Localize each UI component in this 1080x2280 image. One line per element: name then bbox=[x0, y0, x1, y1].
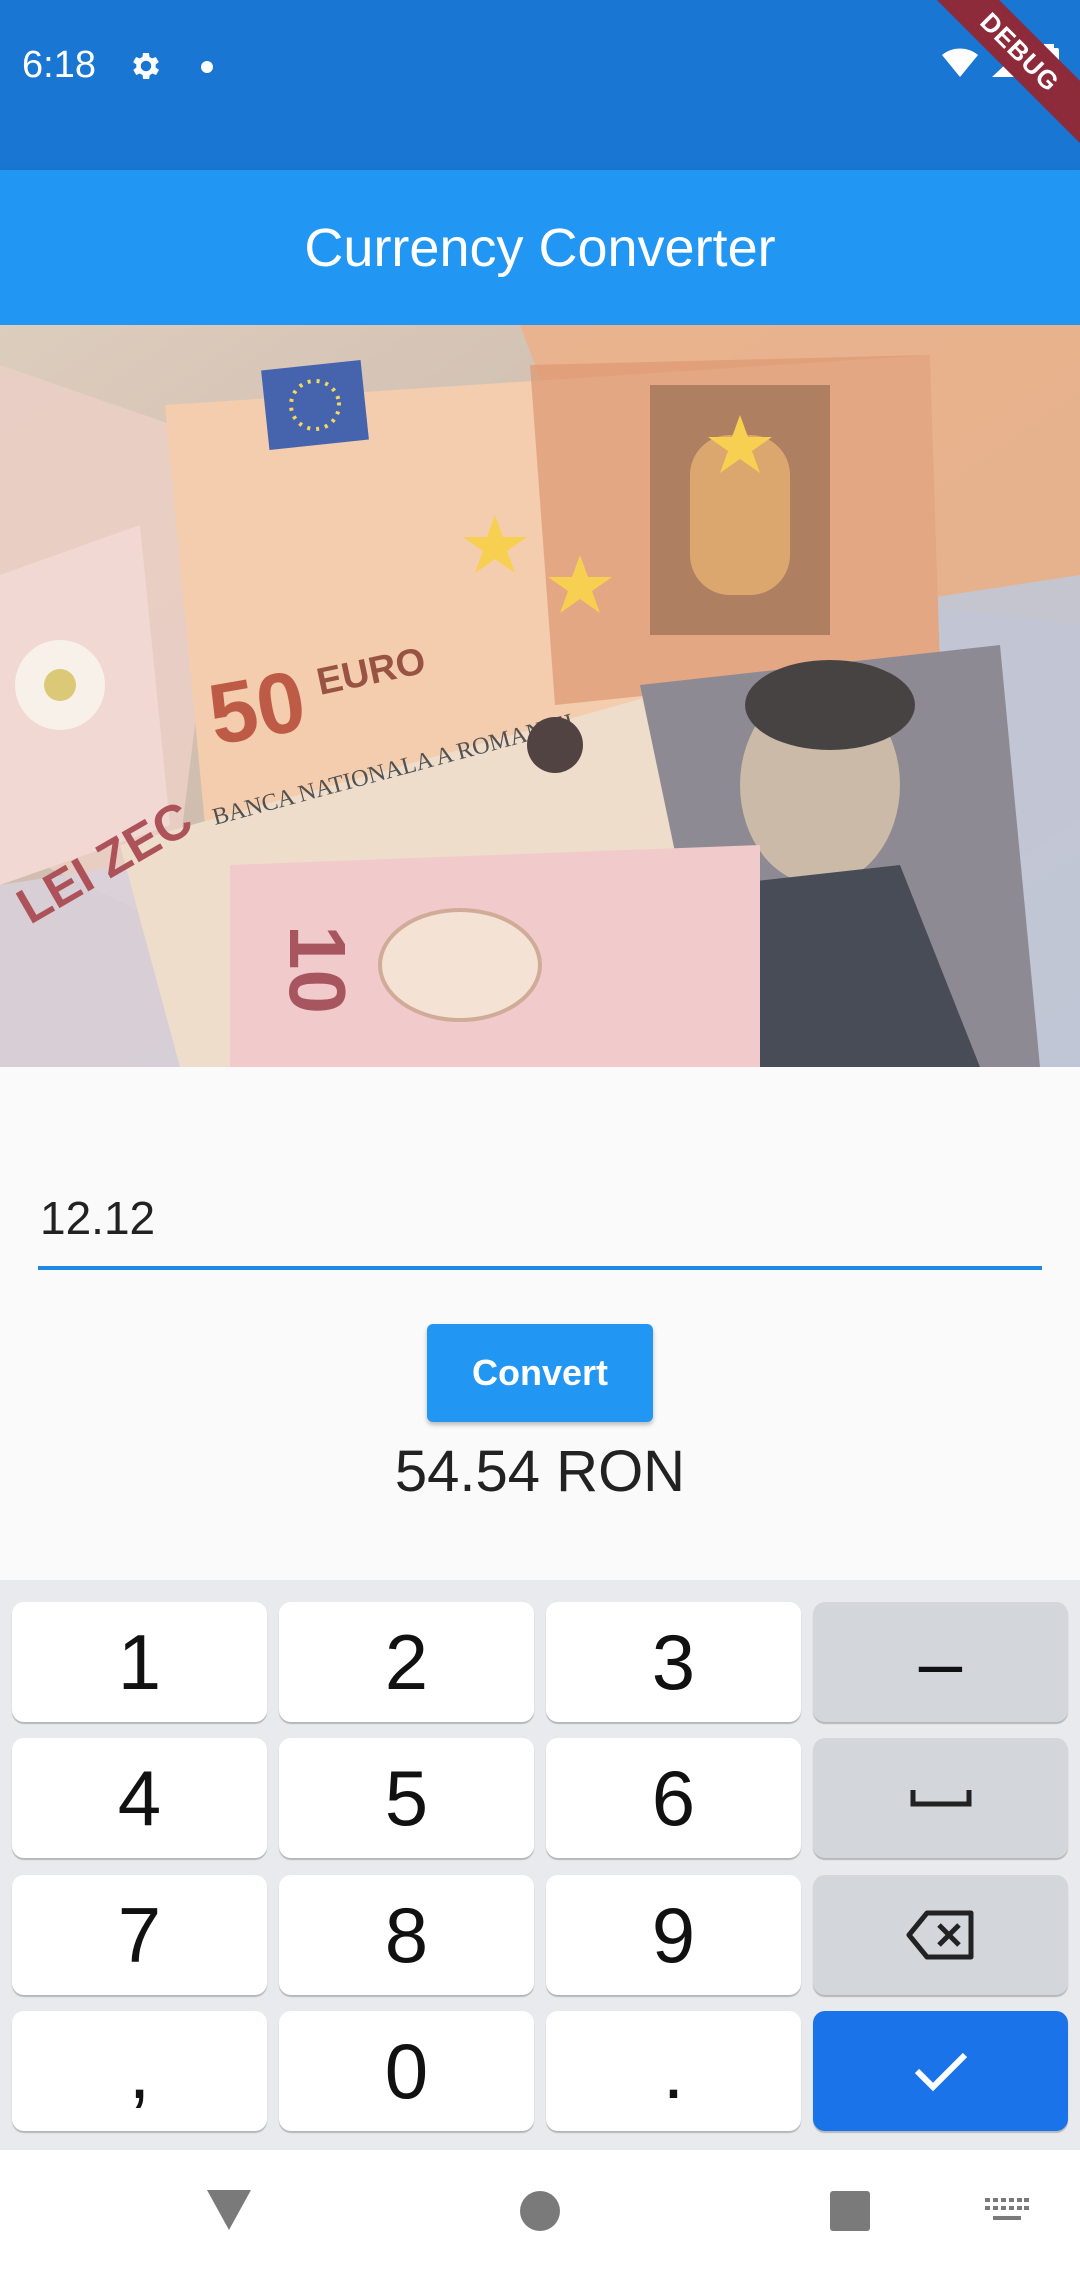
back-triangle-icon[interactable] bbox=[205, 2188, 253, 2232]
key-7[interactable]: 7 bbox=[12, 1875, 267, 1995]
convert-button[interactable]: Convert bbox=[427, 1324, 653, 1422]
numeric-keyboard: 1 2 3 – 4 5 6 7 8 9 , 0 . bbox=[0, 1580, 1080, 2150]
banknotes-image: 50 EURO BANCA NATIONALA A ROMANIEI 10 LE… bbox=[0, 325, 1080, 1067]
key-comma[interactable]: , bbox=[12, 2011, 267, 2131]
backspace-icon bbox=[906, 1910, 973, 1960]
amount-input[interactable] bbox=[38, 1170, 1042, 1270]
key-backspace[interactable] bbox=[813, 1875, 1068, 1995]
status-bar: 6:18 DEBUG bbox=[0, 0, 1080, 170]
key-period[interactable]: . bbox=[546, 2011, 801, 2131]
key-1[interactable]: 1 bbox=[12, 1602, 267, 1722]
key-done[interactable] bbox=[813, 2011, 1068, 2131]
keyboard-switch-icon[interactable] bbox=[985, 2198, 1029, 2226]
app-bar: Currency Converter bbox=[0, 170, 1080, 325]
key-space[interactable] bbox=[813, 1738, 1068, 1858]
key-4[interactable]: 4 bbox=[12, 1738, 267, 1858]
notification-dot-icon bbox=[201, 61, 213, 73]
settings-gear-icon bbox=[133, 52, 160, 80]
app-title: Currency Converter bbox=[304, 217, 776, 278]
recents-square-icon[interactable] bbox=[829, 2190, 871, 2232]
key-3[interactable]: 3 bbox=[546, 1602, 801, 1722]
key-6[interactable]: 6 bbox=[546, 1738, 801, 1858]
checkmark-icon bbox=[914, 2052, 967, 2092]
key-2[interactable]: 2 bbox=[279, 1602, 534, 1722]
key-minus[interactable]: – bbox=[813, 1602, 1068, 1722]
key-5[interactable]: 5 bbox=[279, 1738, 534, 1858]
key-9[interactable]: 9 bbox=[546, 1875, 801, 1995]
wifi-icon bbox=[942, 48, 978, 77]
system-navigation-bar bbox=[0, 2150, 1080, 2280]
key-8[interactable]: 8 bbox=[279, 1875, 534, 1995]
space-bar-icon bbox=[910, 1790, 971, 1807]
home-circle-icon[interactable] bbox=[519, 2190, 561, 2232]
key-0[interactable]: 0 bbox=[279, 2011, 534, 2131]
status-time: 6:18 bbox=[22, 44, 96, 86]
conversion-result: 54.54 RON bbox=[394, 1439, 686, 1504]
